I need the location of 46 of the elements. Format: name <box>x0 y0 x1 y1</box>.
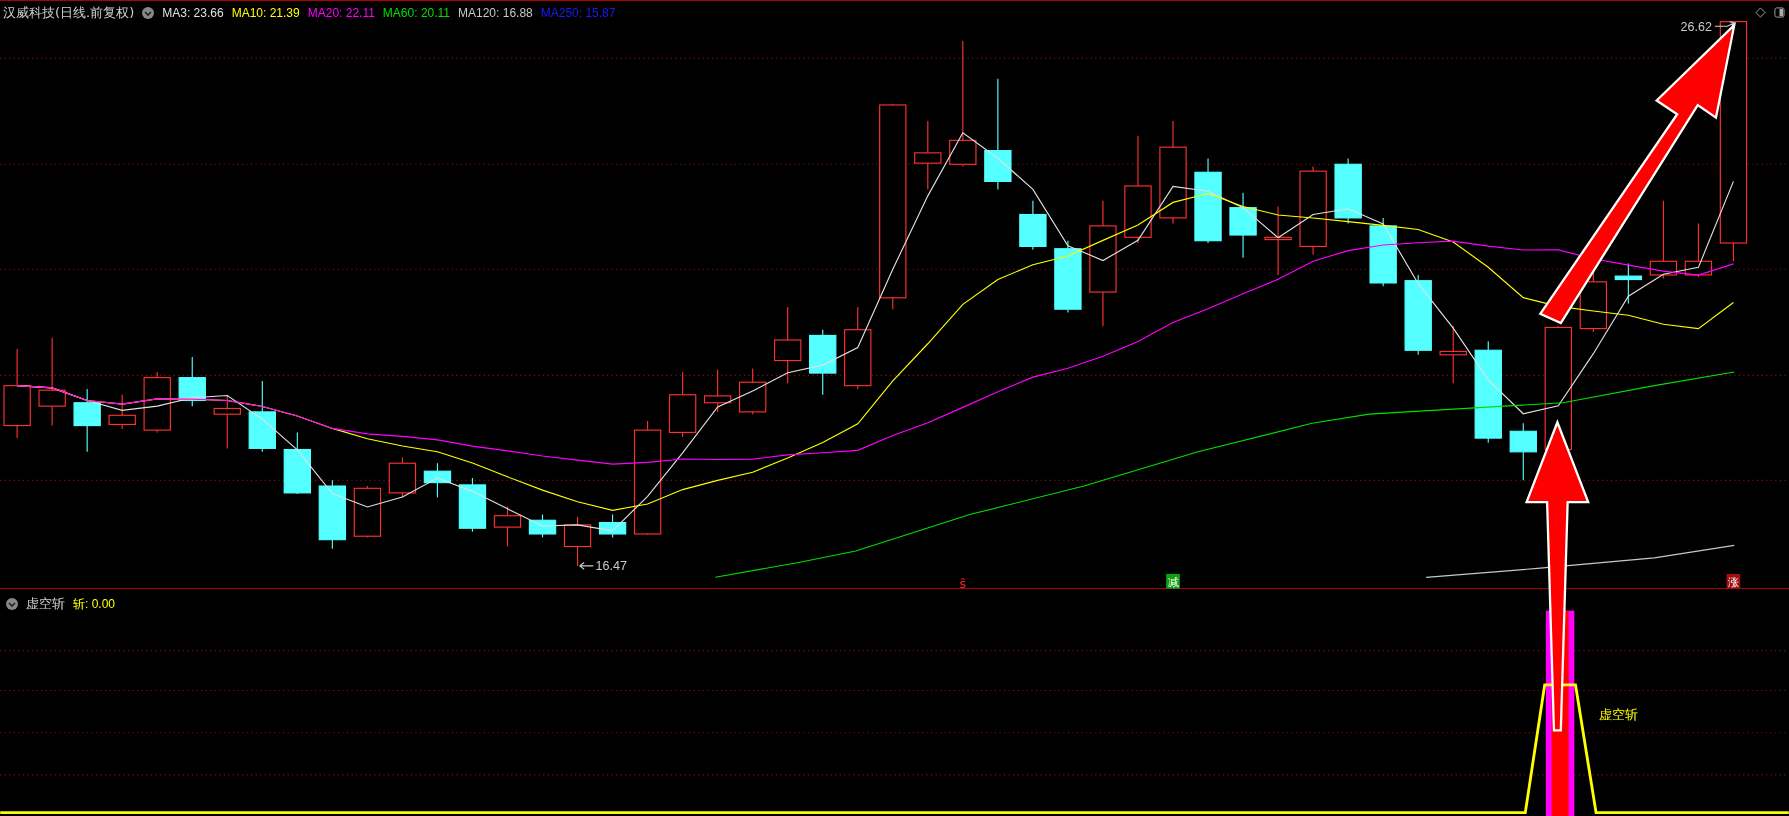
rising-candle <box>914 120 942 190</box>
rising-candle <box>1439 325 1467 384</box>
moving-average-value: MA20: 22.11 <box>307 6 375 20</box>
signal-marker: 涨 <box>1726 573 1741 590</box>
moving-average-value: MA120: 16.88 <box>458 6 533 20</box>
falling-candle <box>423 462 452 498</box>
rising-candle <box>668 371 697 438</box>
dropdown-icon[interactable] <box>6 598 18 610</box>
falling-candle <box>458 477 487 533</box>
falling-candle <box>283 431 311 495</box>
rising-candle <box>213 394 241 449</box>
rising-candle <box>1264 205 1292 276</box>
falling-candle <box>1614 263 1643 305</box>
falling-candle <box>809 329 837 396</box>
falling-candle <box>1334 158 1362 225</box>
rising-candle <box>353 485 382 538</box>
falling-candle <box>178 356 206 407</box>
falling-candle <box>73 388 101 453</box>
falling-candle <box>1229 192 1257 259</box>
falling-candle <box>598 514 627 538</box>
moving-average-value: MA60: 20.11 <box>382 6 450 20</box>
signal-label: 虚空斩 <box>1599 707 1639 723</box>
falling-candle <box>1509 422 1537 481</box>
falling-candle <box>318 479 347 550</box>
rising-candle <box>739 367 767 415</box>
falling-candle <box>528 514 557 538</box>
moving-average-value: MA3: 23.66 <box>162 6 224 20</box>
stock-title: 汉威科技(日线.前复权) <box>3 4 135 22</box>
panel-toggle-icon[interactable] <box>1774 7 1785 18</box>
rising-candle <box>108 394 136 430</box>
rising-candle <box>388 456 417 498</box>
falling-candle <box>1019 200 1047 251</box>
indicator-title: 虚空斩 <box>26 595 65 613</box>
signal-marker: ŝ <box>959 575 967 590</box>
indicator-value: 斩: 0.00 <box>73 595 116 613</box>
rising-candle <box>563 516 592 567</box>
signal-marker: 减 <box>1166 573 1180 590</box>
rising-candle <box>703 369 732 413</box>
rising-candle <box>493 506 522 548</box>
dropdown-icon[interactable] <box>142 7 155 19</box>
moving-average-value: MA10: 21.39 <box>231 6 300 20</box>
diamond-icon[interactable] <box>1755 7 1766 18</box>
moving-average-value: MA250: 15.87 <box>540 6 616 20</box>
falling-candle <box>1369 217 1397 287</box>
rising-candle <box>143 371 171 433</box>
rising-candle <box>1684 223 1713 278</box>
